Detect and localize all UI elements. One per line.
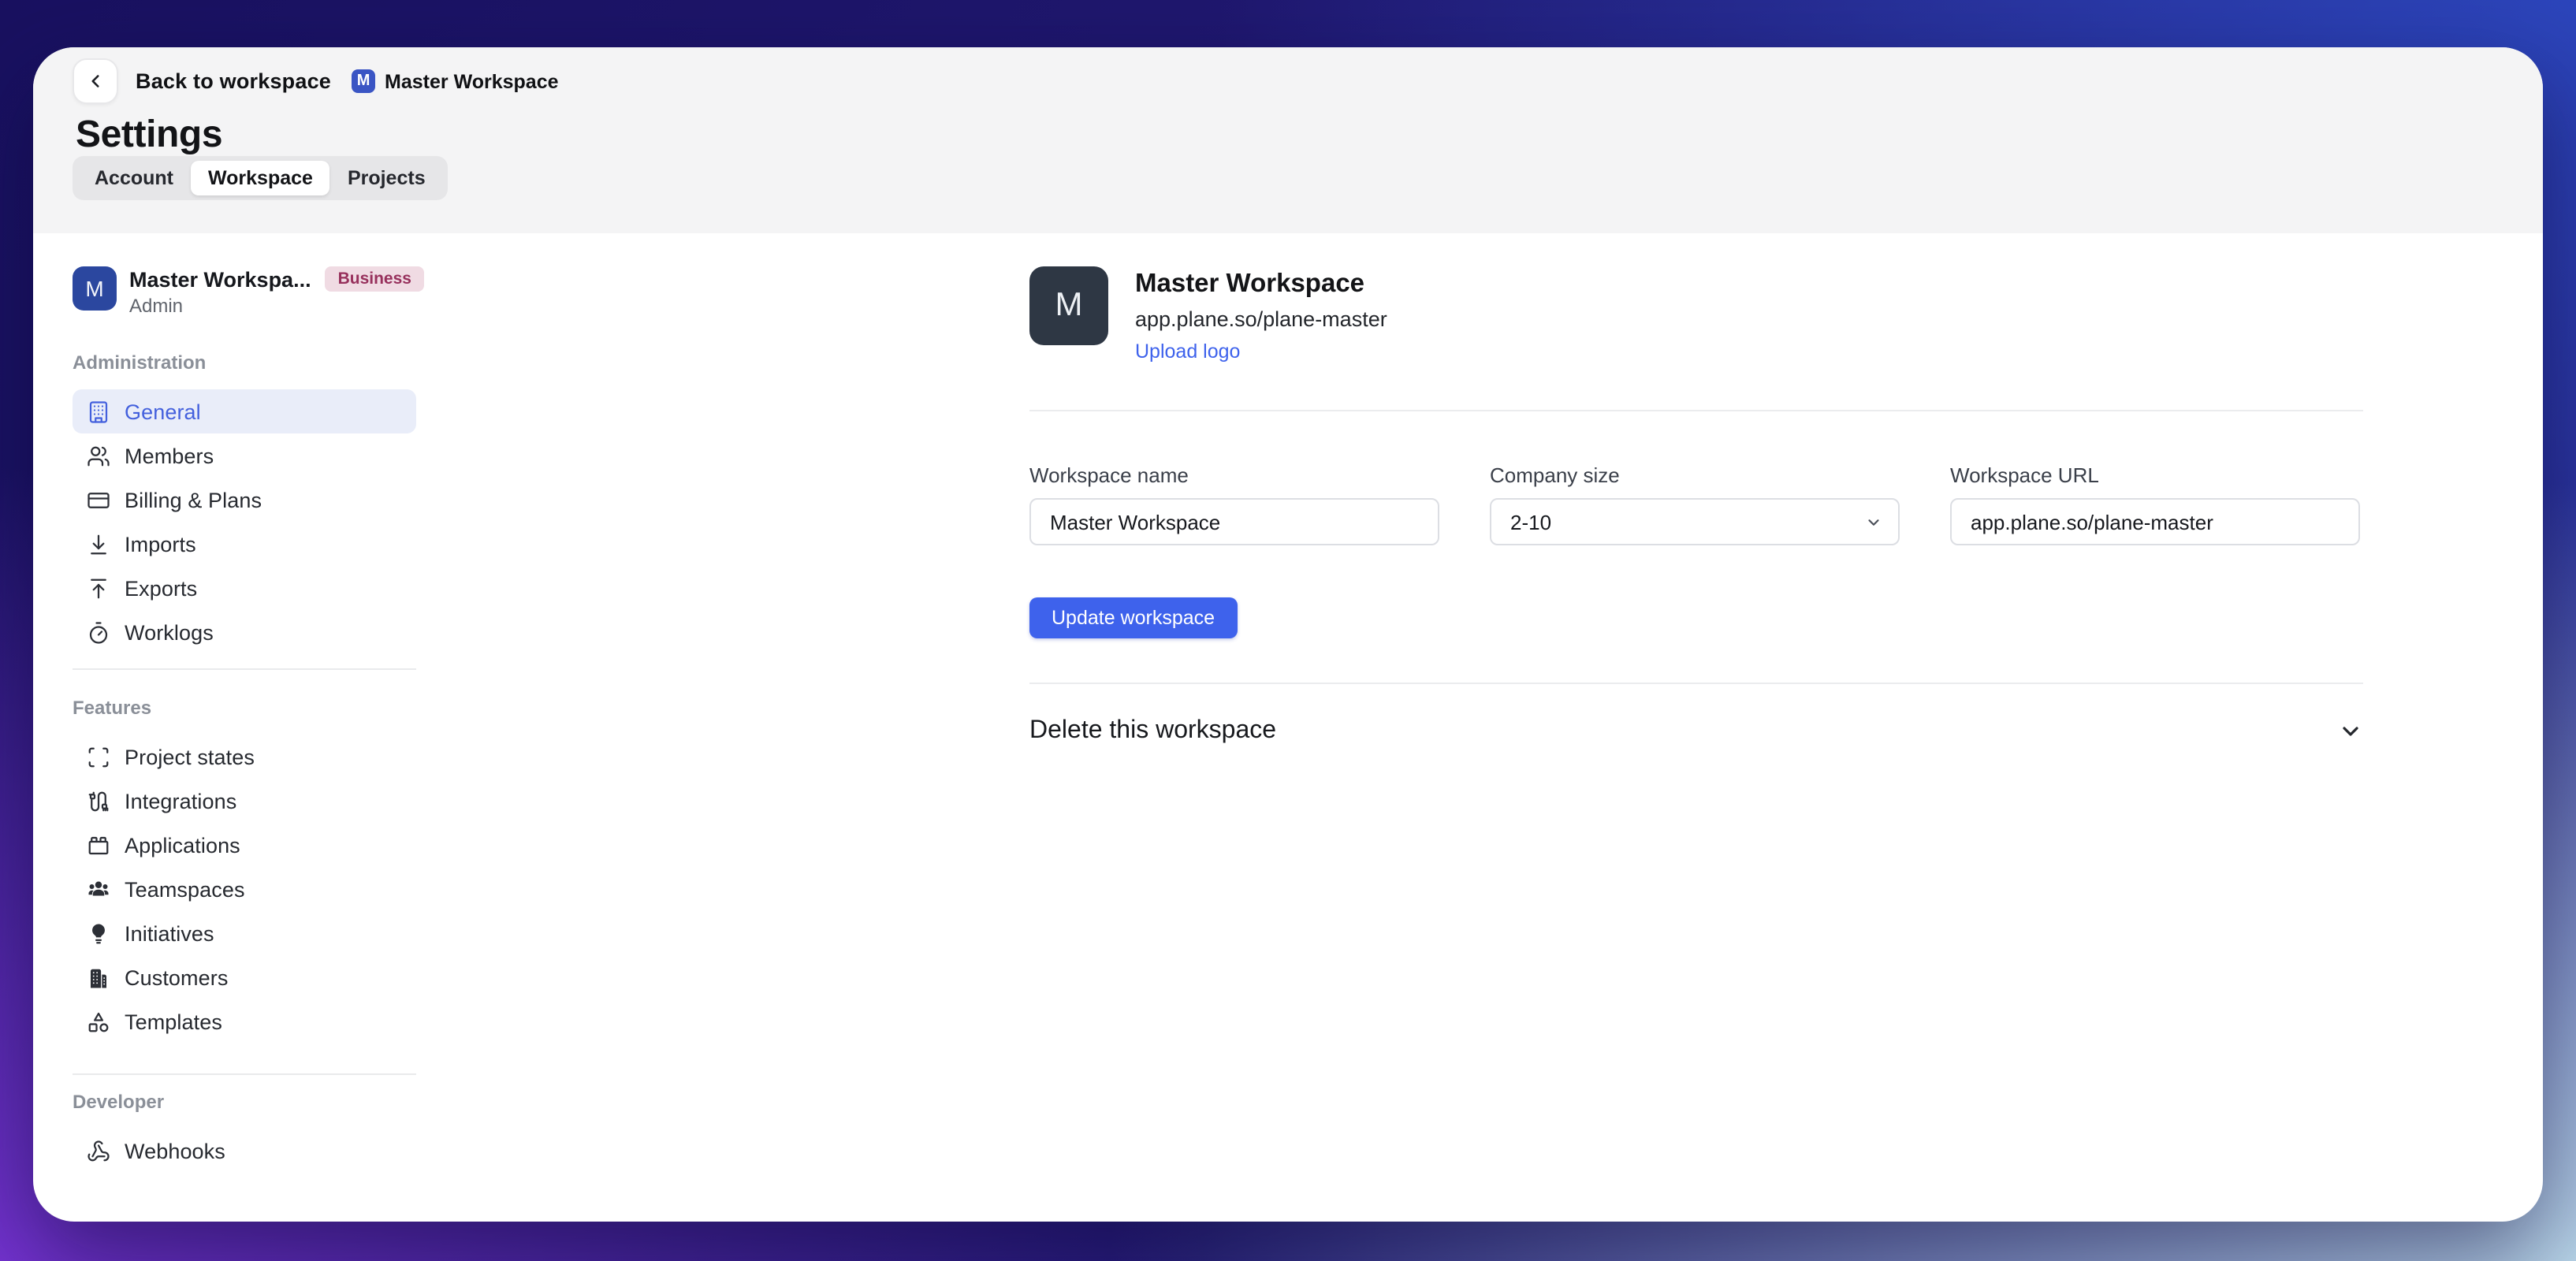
- toy-brick-icon: [87, 833, 110, 857]
- nav-list-administration: General Members Billing & Plans: [73, 389, 416, 654]
- sidebar-item-label: Customers: [125, 965, 228, 989]
- sidebar-item-label: Webhooks: [125, 1139, 225, 1162]
- update-workspace-button[interactable]: Update workspace: [1029, 597, 1237, 638]
- sidebar-item-integrations[interactable]: Integrations: [73, 779, 416, 823]
- settings-sidebar: M Master Workspa... Business Admin Admin…: [73, 266, 416, 1173]
- workspace-header: M Master Workspace app.plane.so/plane-ma…: [1029, 266, 2363, 366]
- cable-icon: [87, 789, 110, 813]
- export-icon: [87, 576, 110, 600]
- building-icon: [87, 400, 110, 423]
- nav-list-developer: Webhooks: [73, 1129, 416, 1173]
- tab-projects[interactable]: Projects: [330, 161, 443, 195]
- sidebar-item-applications[interactable]: Applications: [73, 823, 416, 867]
- page-title: Settings: [76, 113, 222, 158]
- chevron-left-icon: [85, 71, 106, 91]
- scan-icon: [87, 745, 110, 768]
- workspace-name-input[interactable]: [1029, 498, 1439, 545]
- divider: [1029, 683, 2363, 684]
- nav-list-features: Project states Integrations Applications: [73, 735, 416, 1043]
- section-label-developer: Developer: [73, 1091, 416, 1113]
- company-size-select[interactable]: 2-10: [1490, 498, 1900, 545]
- settings-tabs: Account Workspace Projects: [73, 156, 448, 200]
- sidebar-item-label: Billing & Plans: [125, 488, 262, 511]
- sidebar-item-billing[interactable]: Billing & Plans: [73, 478, 416, 522]
- sidebar-item-project-states[interactable]: Project states: [73, 735, 416, 779]
- sidebar-divider: [73, 668, 416, 670]
- chevron-down-icon: [2338, 719, 2363, 744]
- settings-card: Back to workspace M Master Workspace Set…: [33, 47, 2543, 1222]
- sidebar-workspace-name: Master Workspa...: [129, 267, 311, 291]
- sidebar-item-exports[interactable]: Exports: [73, 566, 416, 610]
- section-label-features: Features: [73, 697, 416, 719]
- general-settings-panel: M Master Workspace app.plane.so/plane-ma…: [1029, 266, 2363, 753]
- sidebar-item-label: Exports: [125, 576, 197, 600]
- users-icon: [87, 444, 110, 467]
- sidebar-item-teamspaces[interactable]: Teamspaces: [73, 867, 416, 911]
- sidebar-item-initiatives[interactable]: Initiatives: [73, 911, 416, 955]
- sidebar-item-label: Worklogs: [125, 620, 214, 644]
- sidebar-item-label: Teamspaces: [125, 877, 245, 901]
- sidebar-item-imports[interactable]: Imports: [73, 522, 416, 566]
- topbar-workspace-chip[interactable]: M Master Workspace: [352, 69, 559, 93]
- sidebar-item-customers[interactable]: Customers: [73, 955, 416, 999]
- team-icon: [87, 877, 110, 901]
- shapes-icon: [87, 1010, 110, 1033]
- sidebar-item-webhooks[interactable]: Webhooks: [73, 1129, 416, 1173]
- tab-workspace[interactable]: Workspace: [191, 161, 330, 195]
- workspace-url-label: Workspace URL: [1950, 463, 2360, 487]
- sidebar-item-worklogs[interactable]: Worklogs: [73, 610, 416, 654]
- sidebar-item-label: Initiatives: [125, 921, 214, 945]
- app-background: Back to workspace M Master Workspace Set…: [0, 0, 2576, 1261]
- sidebar-item-general[interactable]: General: [73, 389, 416, 433]
- sidebar-item-members[interactable]: Members: [73, 433, 416, 478]
- building-filled-icon: [87, 965, 110, 989]
- chevron-down-icon: [1865, 513, 1882, 530]
- divider: [1029, 410, 2363, 411]
- webhook-icon: [87, 1139, 110, 1162]
- back-label[interactable]: Back to workspace: [136, 69, 331, 93]
- timer-icon: [87, 620, 110, 644]
- workspace-title: Master Workspace: [1135, 270, 1387, 299]
- workspace-form: Workspace name Company size 2-10 Workspa…: [1029, 463, 2363, 545]
- workspace-logo: M: [1029, 266, 1108, 345]
- topbar-workspace-name: Master Workspace: [385, 70, 559, 92]
- import-icon: [87, 532, 110, 556]
- sidebar-workspace-role: Admin: [129, 295, 416, 317]
- plan-badge: Business: [326, 266, 424, 292]
- tab-account[interactable]: Account: [77, 161, 191, 195]
- credit-card-icon: [87, 488, 110, 511]
- sidebar-item-label: Applications: [125, 833, 240, 857]
- upload-logo-link[interactable]: Upload logo: [1135, 340, 1240, 363]
- topbar-workspace-avatar: M: [352, 69, 375, 93]
- sidebar-item-label: Imports: [125, 532, 196, 556]
- workspace-url-text: app.plane.so/plane-master: [1135, 307, 1387, 331]
- delete-workspace-label: Delete this workspace: [1029, 717, 1276, 746]
- delete-workspace-accordion[interactable]: Delete this workspace: [1029, 709, 2363, 753]
- section-label-administration: Administration: [73, 352, 416, 374]
- company-size-label: Company size: [1490, 463, 1900, 487]
- sidebar-divider: [73, 1073, 416, 1075]
- sidebar-item-templates[interactable]: Templates: [73, 999, 416, 1043]
- back-button[interactable]: [73, 58, 118, 104]
- settings-header: Back to workspace M Master Workspace Set…: [33, 47, 2543, 233]
- sidebar-item-label: General: [125, 400, 201, 423]
- sidebar-item-label: Templates: [125, 1010, 222, 1033]
- sidebar-item-label: Integrations: [125, 789, 236, 813]
- sidebar-workspace-avatar: M: [73, 266, 117, 311]
- back-row: Back to workspace M Master Workspace: [73, 58, 559, 104]
- workspace-name-label: Workspace name: [1029, 463, 1439, 487]
- lightbulb-icon: [87, 921, 110, 945]
- company-size-value: 2-10: [1510, 510, 1551, 534]
- sidebar-item-label: Project states: [125, 745, 255, 768]
- sidebar-workspace-row: M Master Workspa... Business Admin: [73, 266, 416, 317]
- workspace-url-input[interactable]: [1950, 498, 2360, 545]
- sidebar-item-label: Members: [125, 444, 214, 467]
